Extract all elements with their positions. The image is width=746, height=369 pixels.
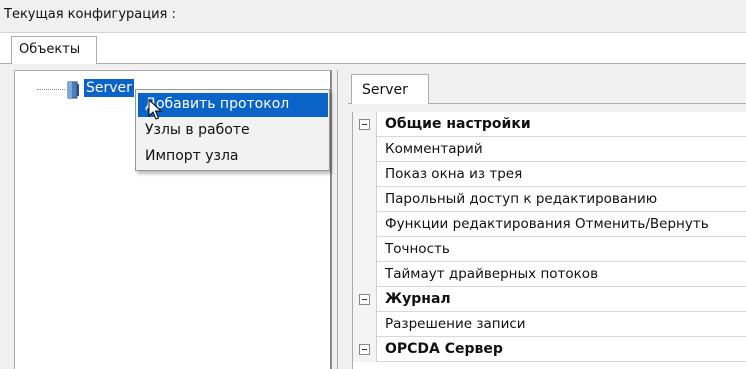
tab-objects[interactable]: Объекты (11, 36, 97, 64)
menu-item-add-protocol[interactable]: Добавить протокол (138, 93, 328, 117)
property-row[interactable]: Показ окна из трея (353, 162, 746, 187)
collapse-icon[interactable] (359, 344, 370, 355)
menu-item-label: Узлы в работе (145, 122, 250, 138)
property-label: Комментарий (385, 141, 483, 157)
property-label: Разрешение записи (385, 316, 526, 332)
tab-objects-label: Объекты (19, 42, 81, 57)
tabstrip-divider (0, 63, 746, 64)
property-label: Функции редактирования Отменить/Вернуть (385, 216, 709, 232)
property-row[interactable]: Точность (353, 237, 746, 262)
config-title-bar: Текущая конфигурация : (0, 0, 746, 33)
property-label: Точность (385, 241, 450, 257)
property-row[interactable]: Парольный доступ к редактированию (353, 187, 746, 212)
category-label: OPCDA Сервер (385, 341, 503, 357)
tree-node-server[interactable]: Server (84, 79, 134, 97)
property-row[interactable]: Функции редактирования Отменить/Вернуть (353, 212, 746, 237)
menu-item-label: Импорт узла (145, 148, 239, 164)
property-label: Показ окна из трея (385, 166, 523, 182)
mouse-cursor-icon (148, 99, 162, 120)
category-label: Журнал (385, 291, 451, 307)
property-row[interactable]: Комментарий (353, 137, 746, 162)
tab-server-label: Server (362, 82, 408, 98)
property-grid: Общие настройки Комментарий Показ окна и… (352, 112, 746, 369)
menu-item-active-nodes[interactable]: Узлы в работе (138, 119, 328, 143)
config-title: Текущая конфигурация : (4, 7, 176, 22)
context-menu: Добавить протокол Узлы в работе Импорт у… (135, 89, 330, 171)
property-label: Таймаут драйверных потоков (385, 266, 599, 282)
property-row[interactable]: Разрешение записи (353, 312, 746, 337)
menu-item-import-node[interactable]: Импорт узла (138, 145, 328, 169)
category-row-opcda[interactable]: OPCDA Сервер (353, 337, 746, 362)
category-row-general[interactable]: Общие настройки (353, 112, 746, 137)
collapse-icon[interactable] (359, 119, 370, 130)
property-row[interactable]: Таймаут драйверных потоков (353, 262, 746, 287)
property-label: Парольный доступ к редактированию (385, 191, 658, 207)
collapse-icon[interactable] (359, 294, 370, 305)
category-label: Общие настройки (385, 116, 531, 132)
tree-node-server-label: Server (86, 80, 132, 96)
category-row-journal[interactable]: Журнал (353, 287, 746, 312)
tab-server[interactable]: Server (351, 74, 429, 104)
properties-panel: Server Общие настройки Комментарий Показ… (337, 70, 746, 369)
menu-item-label: Добавить протокол (145, 96, 290, 112)
tree-connector (37, 89, 65, 90)
server-node-icon (67, 81, 79, 99)
